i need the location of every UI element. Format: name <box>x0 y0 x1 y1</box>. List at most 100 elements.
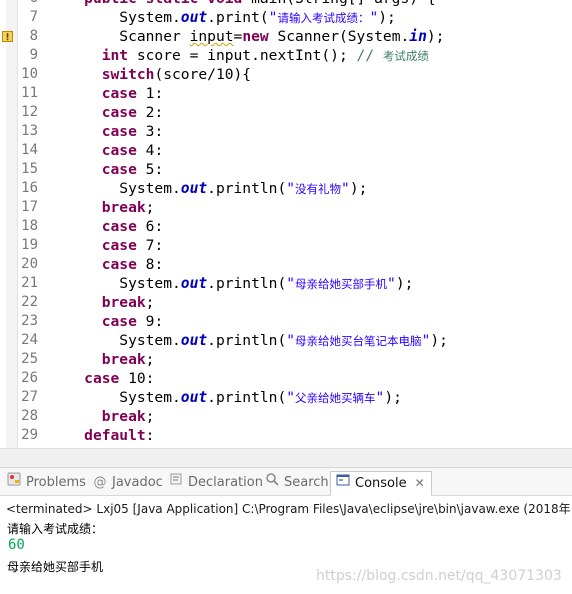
close-icon[interactable]: ✕ <box>415 476 425 490</box>
code-token: // <box>356 47 383 64</box>
code-text: case 6: <box>49 217 164 236</box>
line-number: 11 <box>21 85 38 101</box>
code-line[interactable]: 14 case 4: <box>0 141 572 160</box>
code-text: case 1: <box>49 84 164 103</box>
console-view[interactable]: <terminated> Lxj05 [Java Application] C:… <box>0 496 572 594</box>
code-token: System. <box>49 389 181 406</box>
code-token: 9: <box>136 313 164 330</box>
horizontal-scrollbar[interactable] <box>0 448 572 458</box>
code-token: 请输入考试成绩： <box>277 11 370 25</box>
code-token: 10: <box>119 370 155 387</box>
tab-label: Javadoc <box>112 475 163 490</box>
code-line[interactable]: 24 System.out.println("母亲给她买台笔记本电脑"); <box>0 331 572 350</box>
code-token: " <box>286 180 296 197</box>
code-token: .println( <box>207 332 287 349</box>
line-number: 10 <box>21 66 38 82</box>
code-line[interactable]: 16 System.out.println("没有礼物"); <box>0 179 572 198</box>
code-line[interactable]: 27 System.out.println("父亲给她买辆车"); <box>0 388 572 407</box>
tab-problems[interactable]: Problems <box>6 472 86 494</box>
code-token: System. <box>49 9 181 26</box>
line-number: 17 <box>21 199 38 215</box>
line-number: 6 <box>14 0 38 8</box>
code-line[interactable]: 29 default: <box>0 426 572 445</box>
code-text: System.out.println("父亲给她买辆车"); <box>49 388 402 408</box>
code-token: " <box>286 389 296 406</box>
code-line[interactable]: 7 System.out.print("请输入考试成绩："); <box>0 8 572 27</box>
line-number: 19 <box>21 237 38 253</box>
code-token: ; <box>145 351 155 368</box>
code-token: " <box>421 332 431 349</box>
tab-label: Problems <box>26 475 86 490</box>
code-line[interactable]: 10 switch(score/10){ <box>0 65 572 84</box>
line-number: 22 <box>21 294 38 310</box>
code-token: out <box>180 180 208 197</box>
code-line[interactable]: 19 case 7: <box>0 236 572 255</box>
code-token: case <box>101 142 137 159</box>
console-user-input: 60 <box>8 537 25 553</box>
code-token: 1: <box>136 85 164 102</box>
code-token: default <box>84 427 146 444</box>
code-editor[interactable]: 6 public static void main(String[] args)… <box>0 0 572 448</box>
code-token: ); <box>430 332 448 349</box>
console-output-result: 母亲给她买部手机 <box>7 560 104 574</box>
code-line[interactable]: 11 case 1: <box>0 84 572 103</box>
code-token: case <box>101 218 137 235</box>
code-line[interactable]: 6 public static void main(String[] args)… <box>0 0 572 8</box>
code-token: case <box>101 123 137 140</box>
tab-declaration[interactable]: Declaration <box>168 472 263 494</box>
tab-search[interactable]: Search <box>264 472 329 494</box>
tab-console[interactable]: Console ✕ <box>330 471 432 496</box>
code-token: input <box>189 28 234 45</box>
tab-label: Console <box>355 476 407 491</box>
code-line[interactable]: 25 break; <box>0 350 572 369</box>
code-token: 母亲给她买台笔记本电脑 <box>295 334 422 348</box>
code-token: break <box>101 294 146 311</box>
code-token: 2: <box>136 104 164 121</box>
code-token: ; <box>145 294 155 311</box>
code-token: 3: <box>136 123 164 140</box>
warning-icon[interactable] <box>2 31 13 42</box>
code-line[interactable]: 23 case 9: <box>0 312 572 331</box>
code-token: System. <box>49 332 181 349</box>
line-number: 20 <box>21 256 38 272</box>
code-text: default: <box>49 426 154 445</box>
code-token: = <box>233 28 243 45</box>
code-line[interactable]: 20 case 8: <box>0 255 572 274</box>
code-line[interactable]: 13 case 3: <box>0 122 572 141</box>
code-line[interactable]: 26 case 10: <box>0 369 572 388</box>
tab-label: Search <box>284 475 329 490</box>
code-token: 考试成绩 <box>382 49 429 63</box>
code-token: " <box>369 9 379 26</box>
line-number: 27 <box>21 389 38 405</box>
code-text: break; <box>49 407 155 426</box>
code-token: ); <box>426 28 445 45</box>
code-line[interactable]: 17 break; <box>0 198 572 217</box>
code-token: score = input.nextInt(); <box>128 47 357 64</box>
code-line[interactable]: 9 int score = input.nextInt(); // 考试成绩 <box>0 46 572 65</box>
code-token: ); <box>384 389 402 406</box>
code-line[interactable]: 21 System.out.println("母亲给她买部手机"); <box>0 274 572 293</box>
code-token: switch <box>101 66 155 83</box>
code-token: System. <box>49 180 181 197</box>
line-number: 29 <box>21 427 38 443</box>
code-token: 6: <box>136 218 164 235</box>
watermark: https://blog.csdn.net/qq_43071303 <box>316 568 562 584</box>
code-token: out <box>180 9 208 26</box>
tab-javadoc[interactable]: @ Javadoc <box>92 472 163 494</box>
code-line[interactable]: 22 break; <box>0 293 572 312</box>
code-line[interactable]: 28 break; <box>0 407 572 426</box>
line-number: 16 <box>21 180 38 196</box>
code-token: 父亲给她买辆车 <box>295 391 376 405</box>
panel-sash[interactable] <box>0 458 572 467</box>
line-number: 23 <box>21 313 38 329</box>
code-line[interactable]: 15 case 5: <box>0 160 572 179</box>
code-line[interactable]: 8 Scanner input=new Scanner(System.in); <box>0 27 572 46</box>
code-token: " <box>341 180 350 197</box>
code-line[interactable]: 18 case 6: <box>0 217 572 236</box>
code-line[interactable]: 12 case 2: <box>0 103 572 122</box>
